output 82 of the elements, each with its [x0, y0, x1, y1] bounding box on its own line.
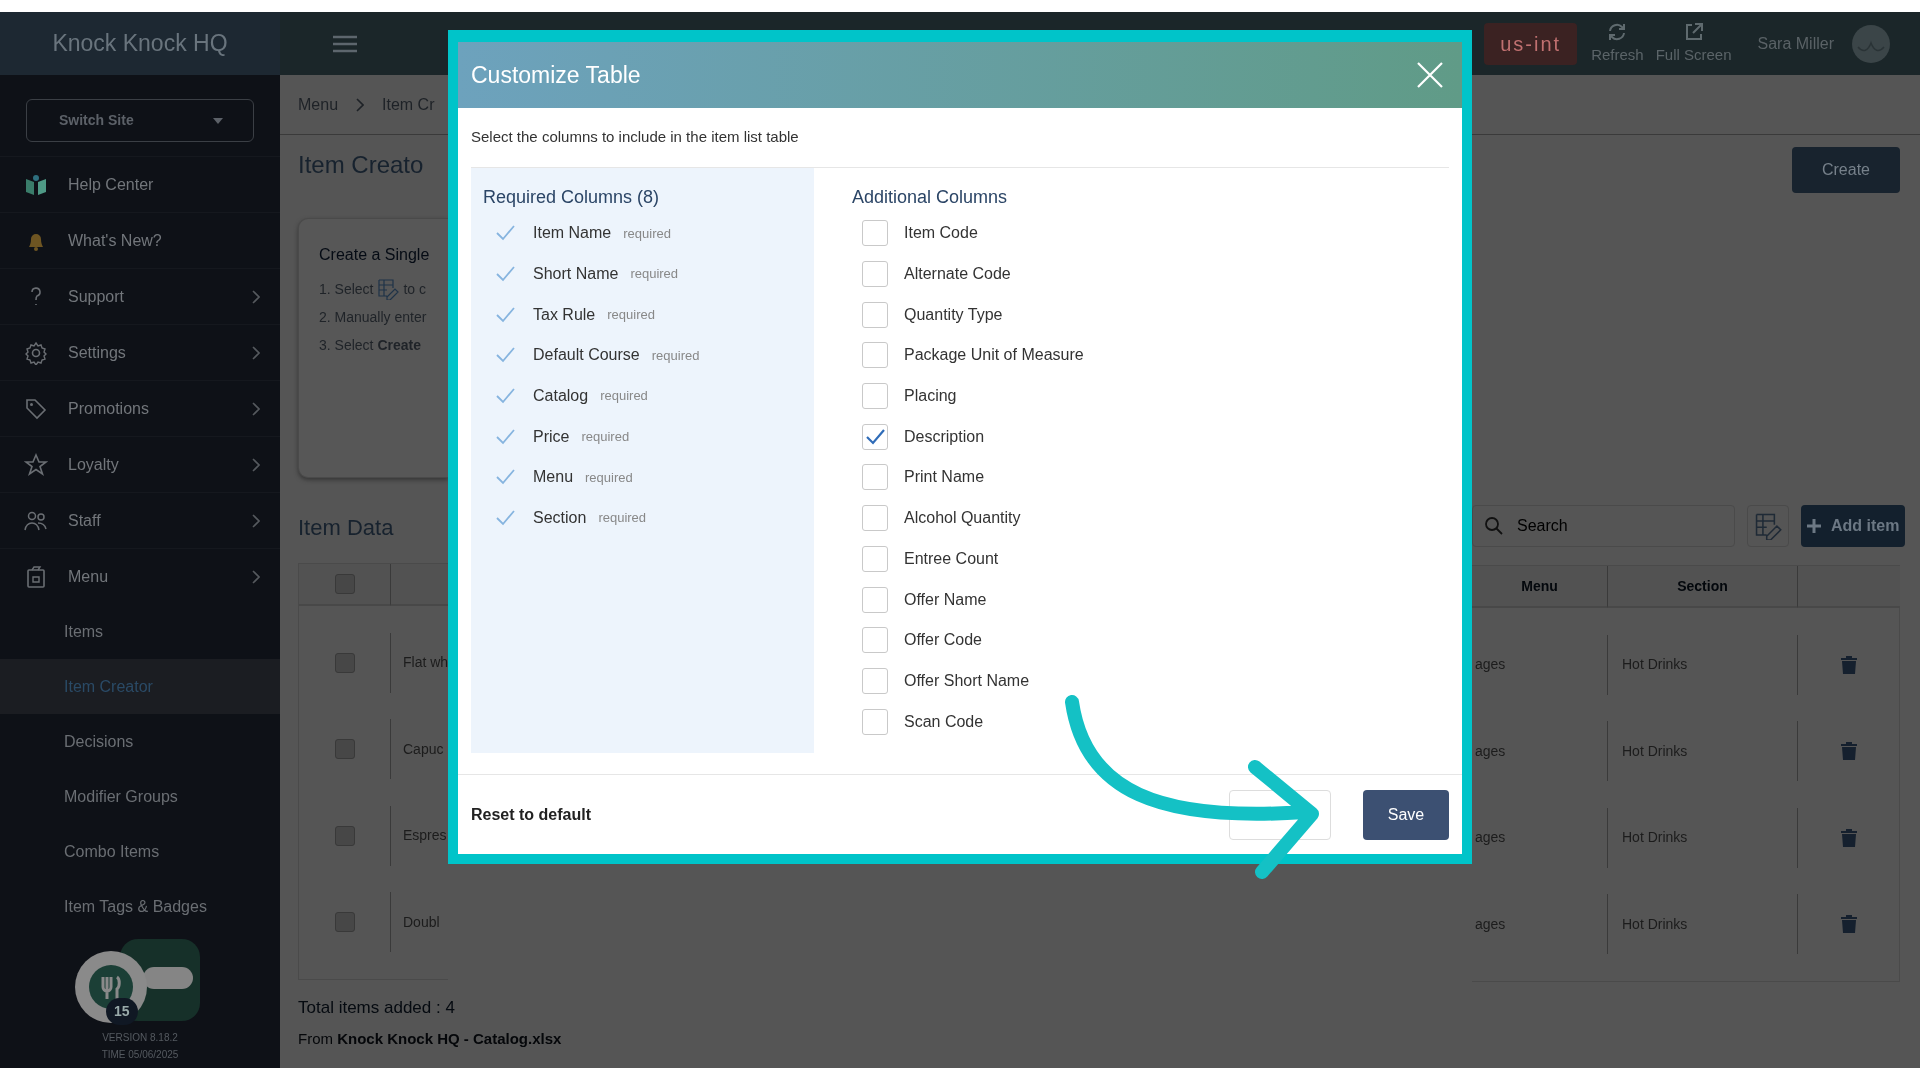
sidebar-item[interactable]: Promotions	[0, 380, 280, 436]
user-name: Sara Miller	[1757, 33, 1834, 54]
reset-link[interactable]: Reset to default	[471, 802, 591, 827]
column-label: Placing	[904, 386, 957, 407]
panel-heading: Required Columns (8)	[483, 186, 661, 209]
create-button[interactable]: Create	[1792, 147, 1900, 193]
table-cell-text: ages	[1475, 828, 1506, 848]
required-note: required	[598, 509, 647, 528]
source-file-text: From Knock Knock HQ - Catalog.xlsx	[298, 1029, 562, 1049]
step-text: 3. Select Create	[319, 335, 423, 355]
table-cell-text: Flat wh	[403, 653, 449, 673]
column-label: Alternate Code	[904, 264, 1011, 285]
brand-name: Knock Knock HQ	[52, 29, 228, 59]
sidebar-subitem[interactable]: Decisions	[0, 714, 280, 769]
table-cell-text: ages	[1475, 914, 1506, 934]
step-text: 2. Manually enter	[319, 307, 428, 327]
required-note: required	[600, 387, 648, 406]
section-title: Item Data	[298, 513, 395, 542]
sidebar-item[interactable]: What's New?	[0, 212, 280, 268]
table-cell-text: Espres	[403, 826, 447, 846]
column-label: Catalog	[533, 386, 589, 407]
table-cell-text: Doubl	[403, 912, 440, 932]
sidebar-item[interactable]: Settings	[0, 324, 280, 380]
column-label: Scan Code	[904, 711, 984, 732]
sidebar-subitem[interactable]: Item Tags & Badges	[0, 879, 280, 934]
sidebar-item[interactable]: Loyalty	[0, 436, 280, 492]
sidebar-subitem[interactable]: Modifier Groups	[0, 769, 280, 824]
column-label: Default Course	[533, 345, 640, 366]
sidebar-subitem[interactable]: Combo Items	[0, 824, 280, 879]
add-item-button[interactable]: Add item	[1801, 505, 1906, 547]
page-title: Item Creato	[298, 150, 425, 180]
sidebar-item[interactable]: Help Center	[0, 156, 280, 212]
column-label: Item Name	[533, 223, 612, 244]
version-text: VERSION 8.18.2	[101, 1031, 179, 1045]
column-label: Offer Short Name	[904, 670, 1030, 691]
column-label: Short Name	[533, 264, 619, 285]
save-button[interactable]: Save	[1363, 789, 1449, 840]
table-cell-text: Hot Drinks	[1622, 914, 1688, 934]
required-note: required	[651, 346, 700, 365]
environment-badge: us-int	[1484, 22, 1578, 65]
sidebar-item[interactable]: Menu	[0, 548, 280, 604]
required-note: required	[630, 265, 679, 284]
site-switcher[interactable]: Switch Site	[26, 99, 254, 142]
dialog-title: Customize Table	[471, 60, 641, 90]
column-label: Offer Code	[904, 630, 982, 651]
column-header: Menu	[1472, 566, 1608, 608]
column-label: Package Unit of Measure	[904, 345, 1084, 366]
column-header: Section	[1608, 566, 1798, 608]
table-cell-text: ages	[1475, 655, 1506, 675]
breadcrumb-link[interactable]: Menu	[298, 92, 339, 117]
column-label: Description	[904, 426, 985, 447]
full-screen-button[interactable]: Full Screen	[1655, 20, 1732, 67]
step-text: 1. Select	[319, 279, 374, 299]
sidebar-item[interactable]: Staff	[0, 492, 280, 548]
column-label: Quantity Type	[904, 304, 1003, 325]
column-label: Menu	[533, 467, 574, 488]
sidebar-subitem[interactable]: Items	[0, 604, 280, 659]
column-label: Print Name	[904, 467, 985, 488]
card-title: Create a Single	[319, 245, 431, 265]
column-label: Price	[533, 426, 570, 447]
search-field[interactable]: Search	[1472, 505, 1735, 547]
column-label: Offer Name	[904, 589, 987, 610]
build-time: TIME 05/06/2025	[100, 1048, 180, 1062]
panel-heading: Additional Columns	[852, 186, 1009, 209]
required-note: required	[623, 224, 671, 243]
required-note: required	[607, 305, 655, 324]
step-text: to c	[403, 279, 427, 299]
refresh-button[interactable]: Refresh	[1591, 20, 1644, 67]
table-cell-text: Hot Drinks	[1622, 655, 1688, 675]
table-cell-text: ages	[1475, 741, 1506, 761]
column-label: Tax Rule	[533, 304, 596, 325]
required-note: required	[585, 468, 633, 487]
column-label: Alcohol Quantity	[904, 508, 1021, 529]
total-count: Total items added : 4	[298, 997, 455, 1019]
column-label: Section	[533, 508, 587, 529]
sidebar-item[interactable]: Support	[0, 268, 280, 324]
column-label: Entree Count	[904, 548, 999, 569]
table-cell-text: Hot Drinks	[1622, 828, 1688, 848]
column-label: Item Code	[904, 223, 978, 244]
table-cell-text: Hot Drinks	[1622, 741, 1688, 761]
table-cell-text: Capuc	[403, 739, 444, 759]
required-note: required	[581, 428, 630, 447]
